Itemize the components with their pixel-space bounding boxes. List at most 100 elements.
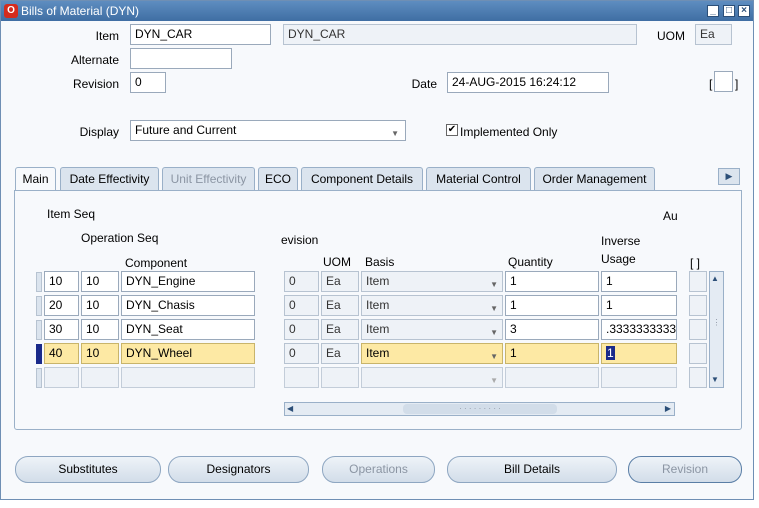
basis-cell[interactable]: ▼ bbox=[361, 367, 503, 388]
horizontal-scrollbar[interactable]: ◀ · · · · · · · · · ▶ bbox=[284, 402, 675, 416]
inverse-usage-cell[interactable]: 1 bbox=[601, 271, 677, 292]
inverse-usage-cell[interactable]: 1 bbox=[601, 343, 677, 364]
inverse-usage-header-line1: Inverse bbox=[601, 234, 641, 248]
flexfield-cell[interactable] bbox=[689, 367, 707, 388]
record-indicator[interactable] bbox=[36, 320, 42, 340]
item-seq-cell[interactable]: 40 bbox=[44, 343, 79, 364]
inverse-usage-cell[interactable]: .3333333333 bbox=[601, 319, 677, 340]
op-seq-cell[interactable] bbox=[81, 367, 119, 388]
component-cell[interactable]: DYN_Wheel bbox=[121, 343, 255, 364]
title-bar[interactable]: O Bills of Material (DYN) _ □ × bbox=[1, 1, 753, 21]
chevron-down-icon: ▼ bbox=[490, 280, 498, 289]
quantity-cell[interactable]: 1 bbox=[505, 343, 599, 364]
flexfield-cell[interactable] bbox=[689, 343, 707, 364]
revision-cell[interactable]: 0 bbox=[284, 319, 319, 340]
tab-scroll-right-icon[interactable]: ▶ bbox=[718, 168, 740, 185]
minimize-icon[interactable]: _ bbox=[707, 5, 719, 17]
basis-value: Item bbox=[366, 274, 390, 288]
maximize-icon[interactable]: □ bbox=[723, 5, 735, 17]
revision-cell[interactable]: 0 bbox=[284, 295, 319, 316]
basis-cell[interactable]: Item ▼ bbox=[361, 319, 503, 340]
tab-eco[interactable]: ECO bbox=[258, 167, 298, 191]
record-indicator[interactable] bbox=[36, 296, 42, 316]
flexfield-cell[interactable] bbox=[689, 319, 707, 340]
quantity-cell[interactable] bbox=[505, 367, 599, 388]
tab-unit-effectivity[interactable]: Unit Effectivity bbox=[162, 167, 255, 191]
basis-cell[interactable]: Item ▼ bbox=[361, 343, 503, 364]
uom-cell[interactable]: Ea bbox=[321, 319, 359, 340]
flexfield-cell[interactable] bbox=[689, 271, 707, 292]
tab-order-management[interactable]: Order Management bbox=[534, 167, 655, 191]
revision-label: Revision bbox=[72, 77, 119, 91]
chevron-down-icon: ▼ bbox=[391, 129, 399, 138]
revision-cell[interactable]: 0 bbox=[284, 271, 319, 292]
alternate-field[interactable] bbox=[130, 48, 232, 69]
scroll-down-icon[interactable]: ▼ bbox=[711, 375, 719, 384]
implemented-only-checkbox[interactable]: ✔ bbox=[446, 124, 458, 136]
revision-header: evision bbox=[281, 233, 319, 247]
revision-field[interactable]: 0 bbox=[130, 72, 166, 93]
component-cell[interactable]: DYN_Engine bbox=[121, 271, 255, 292]
chevron-down-icon: ▼ bbox=[490, 304, 498, 313]
item-description-field[interactable]: DYN_CAR bbox=[283, 24, 637, 45]
revision-button[interactable]: Revision bbox=[628, 456, 742, 483]
designators-button[interactable]: Designators bbox=[168, 456, 309, 483]
op-seq-cell[interactable]: 10 bbox=[81, 319, 119, 340]
inverse-usage-cell[interactable] bbox=[601, 367, 677, 388]
component-cell[interactable] bbox=[121, 367, 255, 388]
tab-material-control[interactable]: Material Control bbox=[426, 167, 531, 191]
item-label: Item bbox=[95, 29, 119, 43]
date-field[interactable]: 24-AUG-2015 16:24:12 bbox=[447, 72, 609, 93]
op-seq-cell[interactable]: 10 bbox=[81, 271, 119, 292]
oracle-logo-icon: O bbox=[4, 4, 18, 18]
scroll-up-icon[interactable]: ▲ bbox=[711, 274, 719, 283]
op-seq-cell[interactable]: 10 bbox=[81, 343, 119, 364]
tab-main[interactable]: Main bbox=[15, 167, 56, 192]
descriptive-flex-open: [ bbox=[709, 77, 713, 91]
quantity-cell[interactable]: 1 bbox=[505, 271, 599, 292]
tab-component-details[interactable]: Component Details bbox=[301, 167, 423, 191]
tab-date-effectivity[interactable]: Date Effectivity bbox=[60, 167, 159, 191]
item-seq-cell[interactable]: 20 bbox=[44, 295, 79, 316]
uom-field[interactable]: Ea bbox=[695, 24, 732, 45]
basis-cell[interactable]: Item ▼ bbox=[361, 295, 503, 316]
uom-cell[interactable]: Ea bbox=[321, 343, 359, 364]
quantity-cell[interactable]: 3 bbox=[505, 319, 599, 340]
scroll-left-icon[interactable]: ◀ bbox=[287, 403, 293, 415]
display-select[interactable]: Future and Current ▼ bbox=[130, 120, 406, 141]
item-seq-cell[interactable]: 30 bbox=[44, 319, 79, 340]
scroll-right-icon[interactable]: ▶ bbox=[665, 403, 671, 415]
item-seq-cell[interactable]: 10 bbox=[44, 271, 79, 292]
item-seq-cell[interactable] bbox=[44, 367, 79, 388]
substitutes-button[interactable]: Substitutes bbox=[15, 456, 161, 483]
basis-cell[interactable]: Item ▼ bbox=[361, 271, 503, 292]
inverse-usage-cell[interactable]: 1 bbox=[601, 295, 677, 316]
item-field[interactable]: DYN_CAR bbox=[130, 24, 271, 45]
flexfield-cell[interactable] bbox=[689, 295, 707, 316]
quantity-cell[interactable]: 1 bbox=[505, 295, 599, 316]
component-cell[interactable]: DYN_Chasis bbox=[121, 295, 255, 316]
scroll-thumb[interactable]: ⋮ bbox=[712, 318, 721, 338]
inverse-usage-header-line2: Usage bbox=[601, 252, 636, 266]
uom-cell[interactable]: Ea bbox=[321, 295, 359, 316]
basis-value: Item bbox=[366, 346, 390, 360]
display-select-value: Future and Current bbox=[135, 123, 237, 137]
component-cell[interactable]: DYN_Seat bbox=[121, 319, 255, 340]
record-indicator[interactable] bbox=[36, 272, 42, 292]
revision-cell[interactable]: 0 bbox=[284, 343, 319, 364]
bill-details-button[interactable]: Bill Details bbox=[447, 456, 617, 483]
uom-header: UOM bbox=[323, 255, 351, 269]
uom-cell[interactable]: Ea bbox=[321, 271, 359, 292]
operations-button[interactable]: Operations bbox=[322, 456, 435, 483]
op-seq-cell[interactable]: 10 bbox=[81, 295, 119, 316]
chevron-down-icon: ▼ bbox=[490, 328, 498, 337]
record-indicator[interactable] bbox=[36, 368, 42, 388]
current-record-indicator[interactable] bbox=[36, 344, 42, 364]
basis-value: Item bbox=[366, 322, 390, 336]
close-icon[interactable]: × bbox=[738, 5, 750, 17]
uom-cell[interactable] bbox=[321, 367, 359, 388]
scroll-thumb[interactable]: · · · · · · · · · bbox=[403, 404, 557, 414]
revision-cell[interactable] bbox=[284, 367, 319, 388]
vertical-scrollbar[interactable]: ▲ ⋮ ▼ bbox=[709, 271, 724, 388]
descriptive-flexfield[interactable] bbox=[714, 71, 733, 92]
